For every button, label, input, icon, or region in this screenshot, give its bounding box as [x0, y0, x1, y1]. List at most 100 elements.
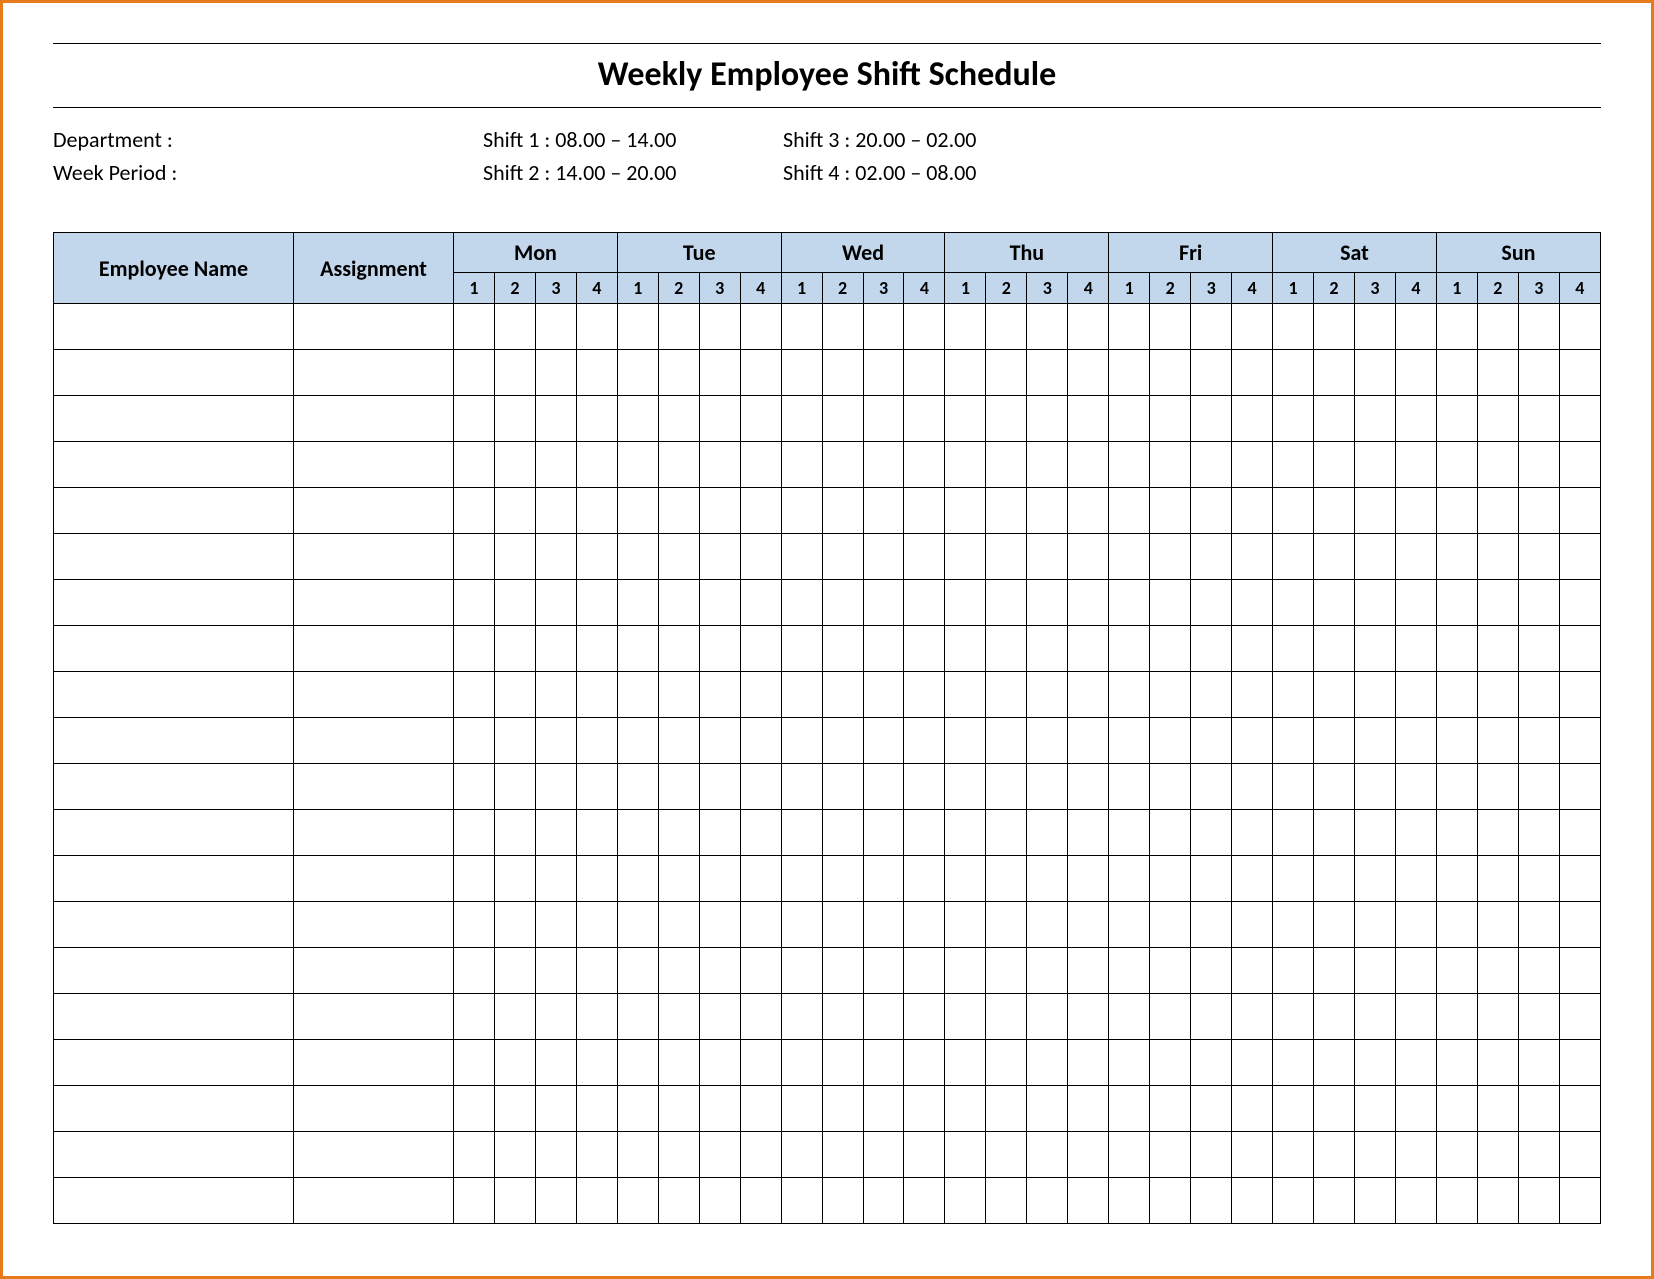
shift-cell[interactable] [494, 396, 535, 442]
shift-cell[interactable] [781, 1178, 822, 1224]
shift-cell[interactable] [781, 1086, 822, 1132]
shift-cell[interactable] [1068, 1178, 1109, 1224]
shift-cell[interactable] [658, 396, 699, 442]
shift-cell[interactable] [945, 672, 986, 718]
shift-cell[interactable] [945, 1040, 986, 1086]
shift-cell[interactable] [822, 488, 863, 534]
shift-cell[interactable] [1232, 672, 1273, 718]
assignment-cell[interactable] [294, 1178, 454, 1224]
shift-cell[interactable] [699, 396, 740, 442]
shift-cell[interactable] [494, 626, 535, 672]
shift-cell[interactable] [1232, 534, 1273, 580]
shift-cell[interactable] [945, 902, 986, 948]
shift-cell[interactable] [576, 1086, 617, 1132]
shift-cell[interactable] [1150, 304, 1191, 350]
shift-cell[interactable] [699, 810, 740, 856]
shift-cell[interactable] [1354, 1040, 1395, 1086]
shift-cell[interactable] [1027, 764, 1068, 810]
shift-cell[interactable] [1068, 718, 1109, 764]
shift-cell[interactable] [617, 442, 658, 488]
shift-cell[interactable] [535, 718, 576, 764]
shift-cell[interactable] [617, 856, 658, 902]
shift-cell[interactable] [535, 810, 576, 856]
shift-cell[interactable] [1068, 672, 1109, 718]
shift-cell[interactable] [986, 396, 1027, 442]
shift-cell[interactable] [1518, 1040, 1559, 1086]
shift-cell[interactable] [658, 488, 699, 534]
shift-cell[interactable] [699, 580, 740, 626]
shift-cell[interactable] [904, 580, 945, 626]
shift-cell[interactable] [1395, 1132, 1436, 1178]
shift-cell[interactable] [1559, 902, 1600, 948]
shift-cell[interactable] [863, 488, 904, 534]
shift-cell[interactable] [494, 1086, 535, 1132]
shift-cell[interactable] [535, 534, 576, 580]
shift-cell[interactable] [576, 626, 617, 672]
assignment-cell[interactable] [294, 948, 454, 994]
shift-cell[interactable] [1436, 488, 1477, 534]
shift-cell[interactable] [617, 488, 658, 534]
shift-cell[interactable] [863, 1086, 904, 1132]
shift-cell[interactable] [1477, 764, 1518, 810]
shift-cell[interactable] [1518, 1086, 1559, 1132]
shift-cell[interactable] [1314, 1040, 1355, 1086]
shift-cell[interactable] [1354, 304, 1395, 350]
shift-cell[interactable] [863, 764, 904, 810]
shift-cell[interactable] [535, 580, 576, 626]
shift-cell[interactable] [1395, 948, 1436, 994]
shift-cell[interactable] [1027, 442, 1068, 488]
shift-cell[interactable] [1559, 1178, 1600, 1224]
shift-cell[interactable] [617, 672, 658, 718]
shift-cell[interactable] [904, 304, 945, 350]
shift-cell[interactable] [1436, 1040, 1477, 1086]
shift-cell[interactable] [1109, 350, 1150, 396]
shift-cell[interactable] [1436, 442, 1477, 488]
shift-cell[interactable] [1027, 304, 1068, 350]
shift-cell[interactable] [699, 488, 740, 534]
shift-cell[interactable] [1518, 534, 1559, 580]
shift-cell[interactable] [1518, 304, 1559, 350]
shift-cell[interactable] [740, 856, 781, 902]
shift-cell[interactable] [1314, 810, 1355, 856]
shift-cell[interactable] [1027, 350, 1068, 396]
shift-cell[interactable] [945, 994, 986, 1040]
shift-cell[interactable] [454, 488, 495, 534]
shift-cell[interactable] [1068, 1040, 1109, 1086]
shift-cell[interactable] [1559, 396, 1600, 442]
shift-cell[interactable] [617, 534, 658, 580]
shift-cell[interactable] [1354, 902, 1395, 948]
shift-cell[interactable] [1150, 672, 1191, 718]
shift-cell[interactable] [986, 304, 1027, 350]
shift-cell[interactable] [1109, 534, 1150, 580]
shift-cell[interactable] [740, 902, 781, 948]
shift-cell[interactable] [658, 626, 699, 672]
shift-cell[interactable] [658, 856, 699, 902]
shift-cell[interactable] [1027, 534, 1068, 580]
shift-cell[interactable] [1559, 856, 1600, 902]
shift-cell[interactable] [1191, 856, 1232, 902]
shift-cell[interactable] [1436, 1132, 1477, 1178]
shift-cell[interactable] [904, 856, 945, 902]
shift-cell[interactable] [1559, 948, 1600, 994]
assignment-cell[interactable] [294, 1086, 454, 1132]
shift-cell[interactable] [904, 902, 945, 948]
shift-cell[interactable] [1273, 948, 1314, 994]
shift-cell[interactable] [1027, 948, 1068, 994]
shift-cell[interactable] [1150, 1086, 1191, 1132]
shift-cell[interactable] [1027, 488, 1068, 534]
shift-cell[interactable] [1477, 304, 1518, 350]
shift-cell[interactable] [986, 902, 1027, 948]
shift-cell[interactable] [1109, 1178, 1150, 1224]
shift-cell[interactable] [1232, 304, 1273, 350]
shift-cell[interactable] [658, 948, 699, 994]
shift-cell[interactable] [1559, 672, 1600, 718]
assignment-cell[interactable] [294, 488, 454, 534]
shift-cell[interactable] [576, 1178, 617, 1224]
shift-cell[interactable] [781, 442, 822, 488]
shift-cell[interactable] [494, 534, 535, 580]
shift-cell[interactable] [699, 856, 740, 902]
shift-cell[interactable] [617, 304, 658, 350]
shift-cell[interactable] [1232, 1178, 1273, 1224]
shift-cell[interactable] [1232, 764, 1273, 810]
shift-cell[interactable] [494, 718, 535, 764]
